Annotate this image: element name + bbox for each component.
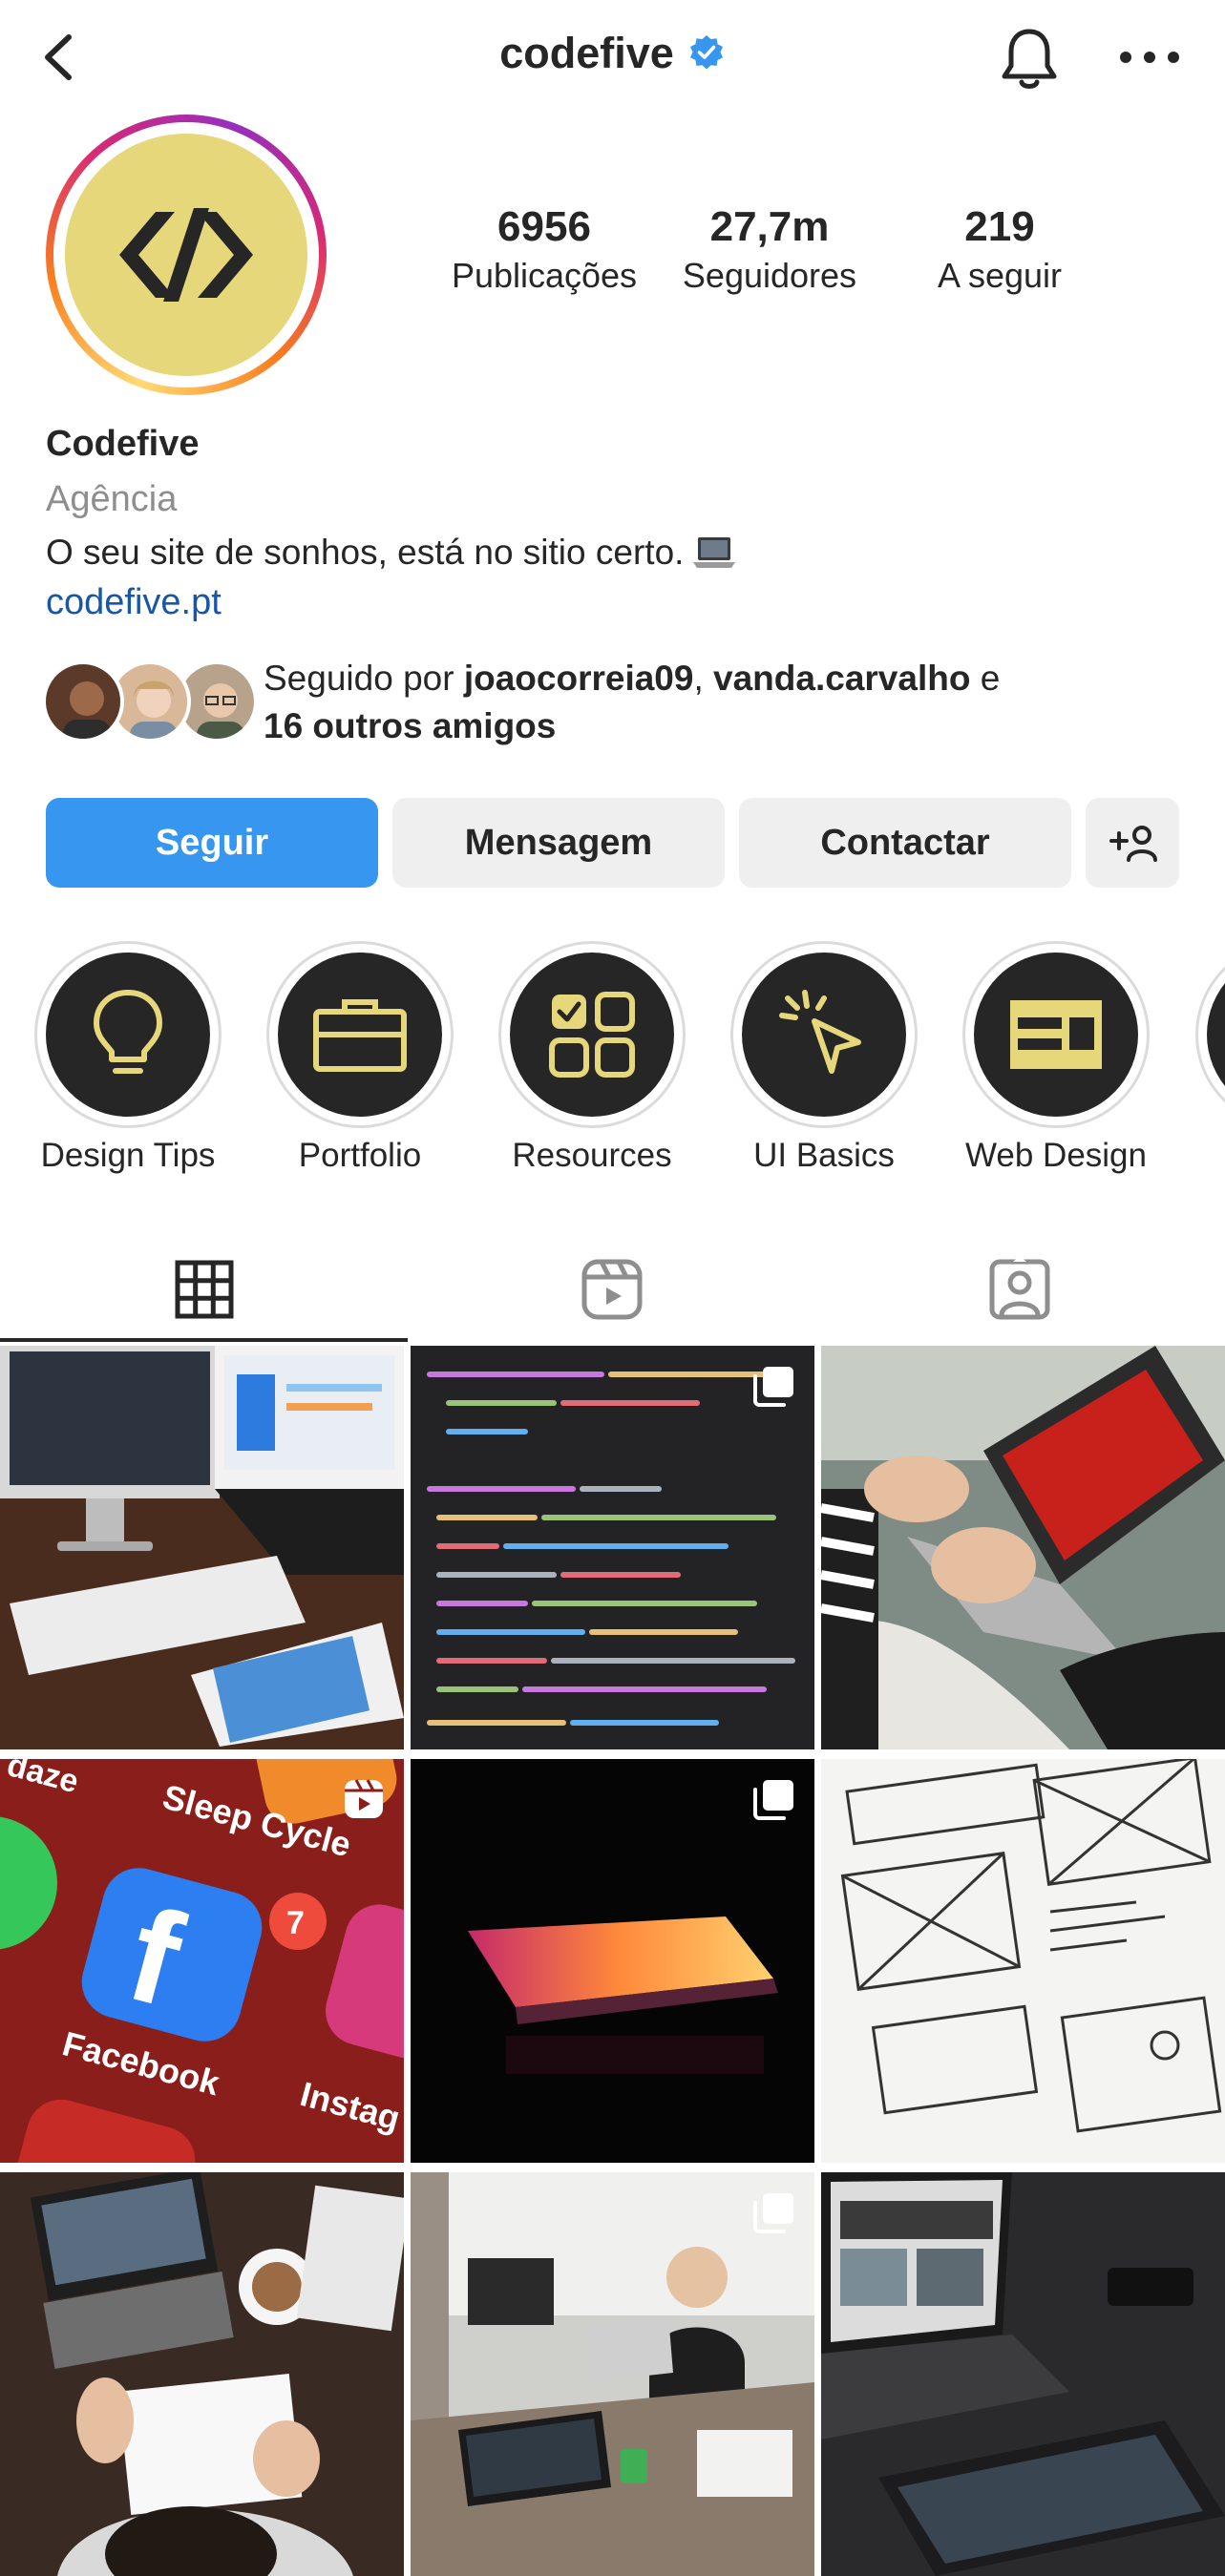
profile-bio: O seu site de sonhos, está no sitio cert… [46,529,736,576]
more-options-button[interactable] [1115,29,1184,86]
stat-following-value: 219 [964,203,1035,250]
profile-avatar[interactable] [46,115,327,395]
highlight-label: Portfolio [298,1137,422,1174]
stat-followers-value: 27,7m [709,203,830,250]
highlight-partial[interactable] [1195,941,1225,1128]
more-horizontal-icon [1120,52,1179,63]
stat-followers[interactable]: 27,7m Seguidores [645,200,894,298]
followed-by-conjunction: e [970,659,1001,698]
highlight-label: Design Tips [40,1137,216,1174]
stat-following[interactable]: 219 A seguir [876,200,1124,298]
followed-by-user-1[interactable]: joaocorreia09 [464,659,694,698]
lightbulb-icon [94,990,162,1074]
profile-stats: 6956 Publicações 27,7m Seguidores 219 A … [420,200,1184,315]
profile-category: Agência [46,479,178,519]
post-desk-topview[interactable] [0,2172,404,2576]
post-laptop-dark-desk[interactable] [821,2172,1225,2576]
post-wireframe-sketch[interactable] [821,1759,1225,2163]
message-button[interactable]: Mensagem [392,798,725,888]
grid-apps-icon [549,992,635,1078]
post-phone-apps[interactable]: daze Sleep Cycle f 7 Facebook Instag [0,1759,404,2163]
reels-icon [581,1259,642,1320]
laptop-emoji-icon [693,537,736,568]
contact-button[interactable]: Contactar [739,798,1071,888]
post-imac-desk[interactable] [0,1346,404,1749]
highlight-label: UI Basics [753,1137,895,1174]
profile-name: Codefive [46,424,200,464]
notifications-button[interactable] [995,25,1064,94]
profile-website-link[interactable]: codefive.pt [46,578,222,626]
cursor-click-icon [779,990,861,1074]
facebook-notification-count: 7 [286,1905,305,1941]
follower-avatar-1 [42,660,124,743]
posts-grid: daze Sleep Cycle f 7 Facebook Instag [0,1346,1225,2576]
bell-icon [1002,29,1057,89]
stat-following-label: A seguir [937,256,1063,295]
tab-reels[interactable] [408,1237,815,1342]
profile-tabs [0,1237,1225,1342]
carousel-icon [753,1780,793,1820]
followed-by[interactable]: Seguido por joaocorreia09, vanda.carvalh… [42,655,1188,760]
followed-by-others[interactable]: 16 outros amigos [264,706,556,745]
suggested-people-button[interactable] [1086,798,1179,888]
followed-by-prefix: Seguido por [264,659,464,698]
stat-posts-label: Publicações [451,256,638,295]
follow-button[interactable]: Seguir [46,798,378,888]
profile-username: codefive [499,29,674,77]
followed-by-text: Seguido por joaocorreia09, vanda.carvalh… [264,655,1180,750]
tagged-user-icon [989,1258,1049,1320]
stat-posts-value: 6956 [497,203,591,250]
grid-icon [175,1260,233,1319]
highlight-label: Web Design [964,1137,1147,1174]
add-person-icon [1109,826,1157,862]
codefive-logo-icon [65,134,307,376]
stat-followers-label: Seguidores [682,256,857,295]
post-code-screen[interactable] [411,1346,814,1749]
tab-posts-grid[interactable] [0,1237,408,1342]
reels-icon [345,1779,383,1818]
layout-icon [1010,1000,1102,1069]
tab-tagged[interactable] [815,1237,1223,1342]
carousel-icon [753,1367,793,1407]
profile-header: codefive [0,0,1225,115]
briefcase-icon [313,999,407,1072]
post-laptop-typing[interactable] [821,1346,1225,1749]
stat-posts[interactable]: 6956 Publicações [420,200,668,298]
post-laptop-glow[interactable] [411,1759,814,2163]
followed-by-separator: , [693,659,714,698]
post-office-workers[interactable] [411,2172,814,2576]
bio-text: O seu site de sonhos, está no sitio cert… [46,533,685,572]
verified-badge-icon [689,35,723,70]
highlight-label: Resources [512,1137,672,1174]
carousel-icon [753,2193,793,2233]
followed-by-user-2[interactable]: vanda.carvalho [713,659,970,698]
